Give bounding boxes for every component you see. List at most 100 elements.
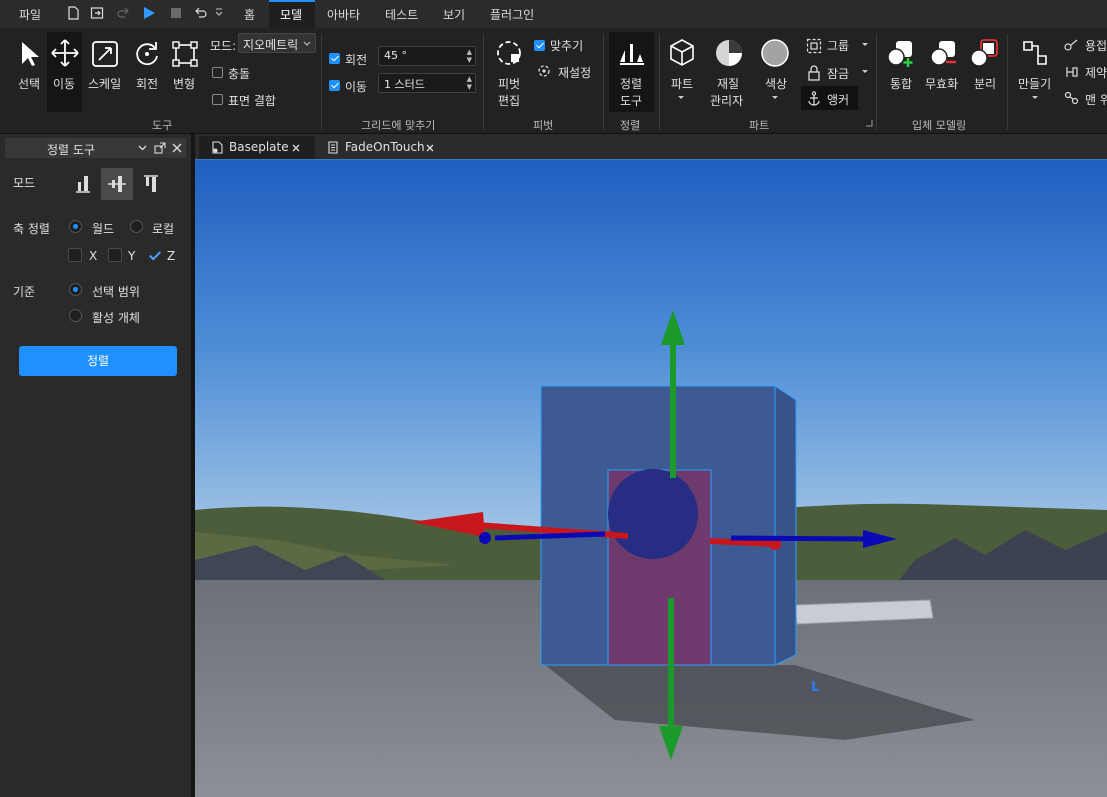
axis-label: 축 정렬 xyxy=(13,222,50,236)
scale-button[interactable]: 스케일 xyxy=(88,75,121,92)
selection-bounds-radio[interactable] xyxy=(69,283,82,296)
transform-icon xyxy=(172,41,198,67)
undo-icon[interactable] xyxy=(193,5,209,21)
tab-baseplate[interactable]: Baseplate xyxy=(199,136,315,159)
snap-rotate-checkbox[interactable] xyxy=(329,53,340,64)
block-side-face[interactable] xyxy=(774,385,797,666)
scene-render[interactable]: L xyxy=(195,160,1107,797)
axis-x-checkbox[interactable] xyxy=(68,248,82,262)
create-constraint-icon xyxy=(1023,41,1047,65)
join-surfaces-checkbox[interactable] xyxy=(212,94,223,105)
tab-fadeontouch[interactable]: FadeOnTouch xyxy=(315,136,449,159)
group-divider xyxy=(1007,34,1008,130)
close-icon[interactable] xyxy=(292,144,300,152)
stop-icon[interactable] xyxy=(168,5,184,21)
undock-icon[interactable] xyxy=(154,142,166,154)
top-button[interactable]: 맨 위 xyxy=(1085,91,1107,108)
axis-z-label: Z xyxy=(167,249,176,263)
mode-dropdown[interactable]: 지오메트릭 xyxy=(238,33,316,53)
constraint-button[interactable]: 제약 xyxy=(1085,64,1107,81)
create-constraint-button[interactable]: 만들기 xyxy=(1018,75,1051,92)
align-max-mode-button[interactable] xyxy=(135,168,167,200)
close-icon[interactable] xyxy=(172,143,182,153)
snap-rotate-label: 회전 xyxy=(345,53,368,67)
z-axis-back-handle[interactable] xyxy=(479,532,491,544)
group-icon xyxy=(806,38,822,54)
color-button[interactable]: 색상 xyxy=(765,75,787,92)
tab-home[interactable]: 홈 xyxy=(244,6,255,23)
scale-icon xyxy=(92,41,118,67)
select-button[interactable]: 선택 xyxy=(18,75,40,92)
chevron-down-icon[interactable] xyxy=(861,42,869,48)
file-menu[interactable]: 파일 xyxy=(19,6,41,23)
new-file-icon[interactable] xyxy=(65,5,81,21)
pivot-edit-line1[interactable]: 피벗 xyxy=(498,75,520,92)
tab-plugins[interactable]: 플러그인 xyxy=(490,6,534,23)
tab-view[interactable]: 보기 xyxy=(443,6,465,23)
collisions-checkbox[interactable] xyxy=(212,67,223,78)
part-button[interactable]: 파트 xyxy=(671,75,693,92)
material-manager-line1[interactable]: 재질 xyxy=(717,75,739,92)
separate-button[interactable]: 분리 xyxy=(974,75,996,92)
chevron-down-icon[interactable] xyxy=(771,95,779,101)
tab-model[interactable]: 모델 xyxy=(280,6,302,23)
close-icon[interactable] xyxy=(426,144,434,152)
world-radio[interactable] xyxy=(69,220,82,233)
move-button[interactable]: 이동 xyxy=(53,75,75,92)
sphere-part[interactable] xyxy=(608,469,698,559)
panel-title: 정렬 도구 xyxy=(47,143,95,157)
axis-x-label: X xyxy=(89,249,98,263)
chevron-down-icon[interactable] xyxy=(214,5,224,21)
snap-move-input[interactable]: 1 스터드 ▲ ▼ xyxy=(378,73,476,93)
active-object-radio[interactable] xyxy=(69,309,82,322)
chevron-down-icon[interactable] xyxy=(1031,95,1039,101)
chevron-down-icon[interactable] xyxy=(677,95,685,101)
chevron-down-icon[interactable] xyxy=(861,69,869,75)
align-center-icon xyxy=(108,176,126,192)
lock-button[interactable]: 잠금 xyxy=(827,65,849,82)
snap-move-checkbox[interactable] xyxy=(329,80,340,91)
union-button[interactable]: 통합 xyxy=(890,75,912,92)
negate-button[interactable]: 무효화 xyxy=(925,75,958,92)
pivot-edit-line2[interactable]: 편집 xyxy=(498,92,520,109)
pivot-group-label: 피벗 xyxy=(533,119,554,132)
selection-bounds-label: 선택 범위 xyxy=(92,285,140,299)
redo-icon[interactable] xyxy=(115,5,131,21)
spinner-arrows-icon[interactable]: ▲ ▼ xyxy=(467,75,472,91)
negate-icon xyxy=(930,41,956,66)
group-button[interactable]: 그룹 xyxy=(827,37,849,54)
tab-test[interactable]: 테스트 xyxy=(385,6,418,23)
align-tool-line1[interactable]: 정렬 xyxy=(620,75,642,92)
align-tool-line2[interactable]: 도구 xyxy=(620,92,642,109)
weld-button[interactable]: 용접 xyxy=(1085,37,1107,54)
publish-icon[interactable] xyxy=(89,5,105,21)
align-group-label: 정렬 xyxy=(620,119,641,132)
axis-z-checkbox[interactable] xyxy=(147,248,161,262)
rotate-button[interactable]: 회전 xyxy=(136,75,158,92)
play-icon[interactable] xyxy=(141,5,157,21)
weld-icon xyxy=(1064,39,1078,51)
align-min-mode-button[interactable] xyxy=(67,168,99,200)
tab-avatar[interactable]: 아바타 xyxy=(327,6,360,23)
place-file-icon xyxy=(212,141,223,154)
snap-rotate-input[interactable]: 45 ° ▲ ▼ xyxy=(378,46,476,66)
transform-button[interactable]: 변형 xyxy=(173,75,195,92)
3d-viewport[interactable]: L xyxy=(195,159,1107,797)
spinner-arrows-icon[interactable]: ▲ ▼ xyxy=(467,48,472,64)
pivot-snap-checkbox[interactable] xyxy=(534,40,545,51)
snap-move-value: 1 스터드 xyxy=(384,78,425,91)
group-divider xyxy=(483,34,484,130)
local-radio[interactable] xyxy=(130,220,143,233)
align-tool-icon xyxy=(620,44,644,65)
chevron-down-icon[interactable] xyxy=(138,145,147,151)
expand-corner-icon[interactable] xyxy=(865,119,873,127)
anchor-button[interactable]: 앵커 xyxy=(827,91,849,108)
menu-bar: 파일 홈 모델 아바타 테스트 보기 플러그인 xyxy=(0,0,1107,28)
tab-fadeontouch-label: FadeOnTouch xyxy=(345,140,425,154)
pivot-reset-button[interactable]: 재설정 xyxy=(558,64,591,81)
material-manager-line2[interactable]: 관리자 xyxy=(710,92,743,109)
align-center-mode-button[interactable] xyxy=(101,168,133,200)
align-button[interactable]: 정렬 xyxy=(19,346,177,376)
solid-modeling-group-label: 입체 모델링 xyxy=(912,119,967,132)
axis-y-checkbox[interactable] xyxy=(108,248,122,262)
